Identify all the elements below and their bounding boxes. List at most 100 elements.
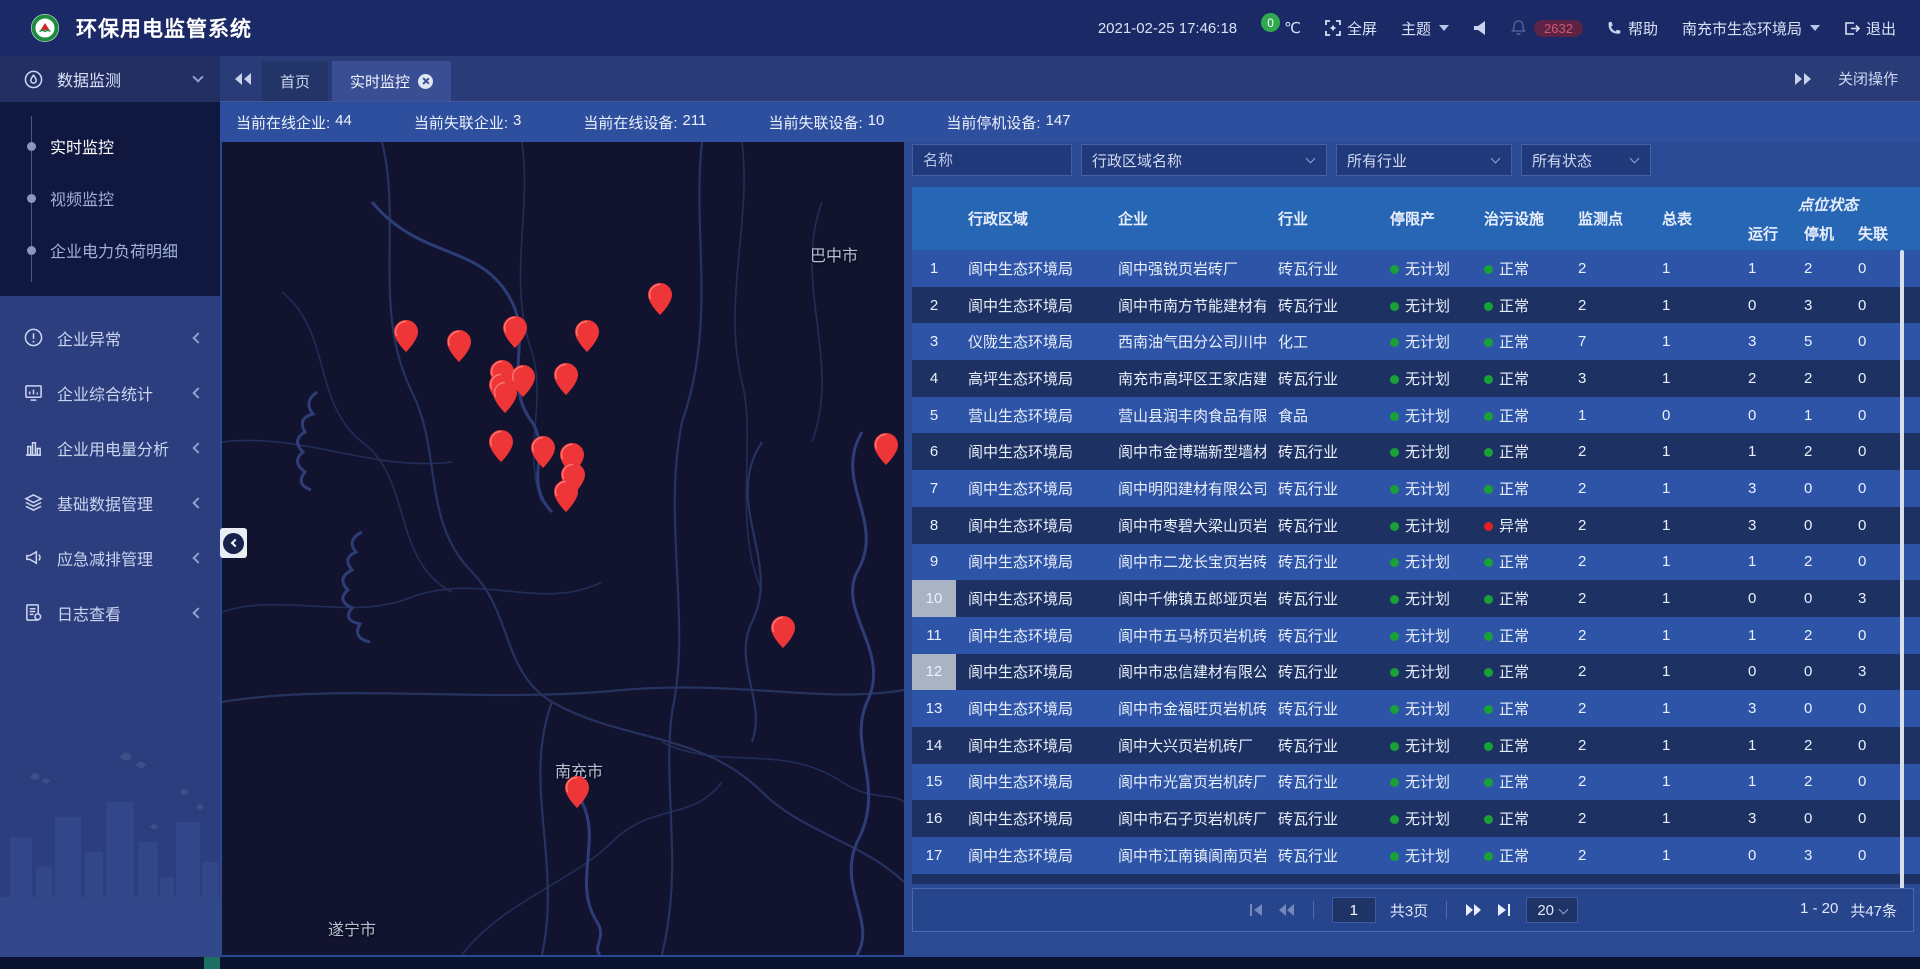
sidebar-item-label: 基础数据管理 <box>57 491 194 515</box>
cell-region: 阆中生态环境局 <box>956 771 1106 792</box>
tab-realtime-monitoring[interactable]: 实时监控 <box>332 61 451 101</box>
cell-company: 阆中大兴页岩机砖厂 <box>1106 735 1266 756</box>
sidebar-item-data-monitoring[interactable]: 数据监测 <box>0 56 220 102</box>
sidebar-subitem-label: 视频监控 <box>50 186 114 210</box>
cell-offline: 0 <box>1846 443 1920 460</box>
cell-running: 1 <box>1736 627 1792 644</box>
table-row[interactable]: 10 阆中生态环境局 阆中千佛镇五郎垭页岩 砖瓦行业 无计划 正常 2 1 0 <box>912 580 1920 617</box>
table-row[interactable]: 17 阆中生态环境局 阆中市江南镇阆南页岩 砖瓦行业 无计划 正常 2 1 0 <box>912 837 1920 874</box>
sidebar-item-log-view[interactable]: 日志查看 <box>0 585 220 640</box>
cell-points: 2 <box>1566 773 1650 790</box>
sidebar-item-company-statistics[interactable]: 企业综合统计 <box>0 365 220 420</box>
stat-label: 当前失联设备: <box>768 112 862 133</box>
table-row[interactable]: 13 阆中生态环境局 阆中市金福旺页岩机砖 砖瓦行业 无计划 正常 2 1 3 <box>912 690 1920 727</box>
table-row[interactable]: 18 南部生态环境局 南部县新华水泥有限公 建材行业 无计划 正常 6 0 0 <box>912 874 1920 884</box>
page-size-select[interactable]: 20 <box>1526 897 1578 923</box>
cell-production-status: 无计划 <box>1378 405 1472 426</box>
org-user-menu[interactable]: 南充市生态环境局 <box>1682 18 1820 39</box>
table-row[interactable]: 16 阆中生态环境局 阆中市石子页岩机砖厂 砖瓦行业 无计划 正常 2 1 3 <box>912 800 1920 837</box>
prev-page-button[interactable] <box>1278 903 1295 917</box>
sidebar-item-company-anomaly[interactable]: 企业异常 <box>0 310 220 365</box>
table-row[interactable]: 7 阆中生态环境局 阆中明阳建材有限公司 砖瓦行业 无计划 正常 2 1 3 <box>912 470 1920 507</box>
first-page-button[interactable] <box>1248 903 1264 917</box>
caret-down-icon <box>1439 25 1449 31</box>
chevron-left-icon <box>192 332 203 343</box>
map-pin-icon[interactable] <box>554 363 578 395</box>
sidebar-item-emergency-reduction[interactable]: 应急减排管理 <box>0 530 220 585</box>
table-row[interactable]: 8 阆中生态环境局 阆中市枣碧大梁山页岩 砖瓦行业 无计划 异常 2 1 3 <box>912 507 1920 544</box>
row-index: 7 <box>912 470 956 507</box>
map-pin-icon[interactable] <box>394 320 418 352</box>
map-pin-icon[interactable] <box>447 330 471 362</box>
row-index: 11 <box>912 617 956 654</box>
status-filter-select[interactable]: 所有状态 <box>1521 144 1651 176</box>
map-pin-icon[interactable] <box>771 616 795 648</box>
sound-toggle[interactable] <box>1473 20 1487 36</box>
cell-meters: 1 <box>1650 553 1736 570</box>
sidebar-subitem[interactable]: 视频监控 <box>0 172 220 224</box>
status-dot <box>1484 448 1493 457</box>
cell-production-status: 无计划 <box>1378 771 1472 792</box>
map-pin-icon[interactable] <box>531 436 555 468</box>
cell-stopped: 0 <box>1792 810 1846 827</box>
help-button[interactable]: 帮助 <box>1607 18 1658 39</box>
map-pin-icon[interactable] <box>503 316 527 348</box>
org-name: 南充市生态环境局 <box>1682 18 1802 39</box>
table-row[interactable]: 5 营山生态环境局 营山县润丰肉食品有限 食品 无计划 正常 1 0 0 <box>912 397 1920 434</box>
scroll-tabs-right-icon[interactable] <box>1794 72 1812 86</box>
logout-button[interactable]: 退出 <box>1844 18 1896 39</box>
sidebar-item-power-analysis[interactable]: 企业用电量分析 <box>0 420 220 475</box>
scroll-tabs-left-icon[interactable] <box>234 72 252 86</box>
cell-running: 3 <box>1736 700 1792 717</box>
map-pin-icon[interactable] <box>874 433 898 465</box>
table-scrollbar[interactable] <box>1900 250 1904 932</box>
theme-menu[interactable]: 主题 <box>1401 18 1449 39</box>
table-row[interactable]: 2 阆中生态环境局 阆中市南方节能建材有 砖瓦行业 无计划 正常 2 1 0 <box>912 287 1920 324</box>
tab-home[interactable]: 首页 <box>262 61 328 101</box>
table-row[interactable]: 15 阆中生态环境局 阆中市光富页岩机砖厂 砖瓦行业 无计划 正常 2 1 1 <box>912 764 1920 801</box>
table-row[interactable]: 4 高坪生态环境局 南充市高坪区王家店建 砖瓦行业 无计划 正常 3 1 2 <box>912 360 1920 397</box>
map-pin-icon[interactable] <box>493 381 517 413</box>
cell-running: 2 <box>1736 370 1792 387</box>
cell-production-status: 无计划 <box>1378 661 1472 682</box>
theme-label: 主题 <box>1401 18 1431 39</box>
notifications[interactable]: 2632 <box>1511 20 1583 37</box>
sidebar-subitem[interactable]: 实时监控 <box>0 120 220 172</box>
industry-filter-select[interactable]: 所有行业 <box>1336 144 1512 176</box>
sidebar-item-base-data[interactable]: 基础数据管理 <box>0 475 220 530</box>
table-row[interactable]: 11 阆中生态环境局 阆中市五马桥页岩机砖 砖瓦行业 无计划 正常 2 1 1 <box>912 617 1920 654</box>
cell-stopped: 3 <box>1792 297 1846 314</box>
map-pin-icon[interactable] <box>575 320 599 352</box>
page-number-input[interactable]: 1 <box>1332 897 1376 923</box>
tab-close-icon[interactable] <box>418 74 433 89</box>
table-row[interactable]: 6 阆中生态环境局 阆中市金博瑞新型墙材 砖瓦行业 无计划 正常 2 1 1 <box>912 433 1920 470</box>
table-row[interactable]: 14 阆中生态环境局 阆中大兴页岩机砖厂 砖瓦行业 无计划 正常 2 1 1 <box>912 727 1920 764</box>
cell-company: 南部县新华水泥有限公 <box>1106 882 1266 884</box>
row-index: 8 <box>912 507 956 544</box>
name-filter-input[interactable] <box>912 144 1072 176</box>
region-filter-select[interactable]: 行政区域名称 <box>1081 144 1327 176</box>
tab-label: 实时监控 <box>350 71 410 92</box>
last-page-button[interactable] <box>1496 903 1512 917</box>
speaker-icon <box>1473 20 1487 36</box>
cell-company: 西南油气田分公司川中 <box>1106 331 1266 352</box>
bottom-corner-decoration <box>204 957 220 969</box>
map-canvas[interactable]: 巴中市 南充市 遂宁市 <box>222 142 904 955</box>
table-row[interactable]: 3 仪陇生态环境局 西南油气田分公司川中 化工 无计划 正常 7 1 3 <box>912 323 1920 360</box>
table-row[interactable]: 12 阆中生态环境局 阆中市忠信建材有限公 砖瓦行业 无计划 正常 2 1 0 <box>912 654 1920 691</box>
map-pin-icon[interactable] <box>489 430 513 462</box>
map-pin-icon[interactable] <box>565 776 589 808</box>
next-page-button[interactable] <box>1465 903 1482 917</box>
cell-company: 阆中市南方节能建材有 <box>1106 295 1266 316</box>
cell-meters: 1 <box>1650 847 1736 864</box>
fullscreen-button[interactable]: 全屏 <box>1325 18 1377 39</box>
sidebar-subitem[interactable]: 企业电力负荷明细 <box>0 224 220 276</box>
map-pin-icon[interactable] <box>554 480 578 512</box>
sidebar-collapse-handle[interactable] <box>220 528 247 558</box>
row-index: 9 <box>912 544 956 581</box>
table-row[interactable]: 9 阆中生态环境局 阆中市二龙长宝页岩砖 砖瓦行业 无计划 正常 2 1 1 <box>912 544 1920 581</box>
cell-stopped: 2 <box>1792 370 1846 387</box>
close-operations-button[interactable]: 关闭操作 <box>1838 68 1898 89</box>
table-row[interactable]: 1 阆中生态环境局 阆中强锐页岩砖厂 砖瓦行业 无计划 正常 2 1 1 <box>912 250 1920 287</box>
map-pin-icon[interactable] <box>648 283 672 315</box>
